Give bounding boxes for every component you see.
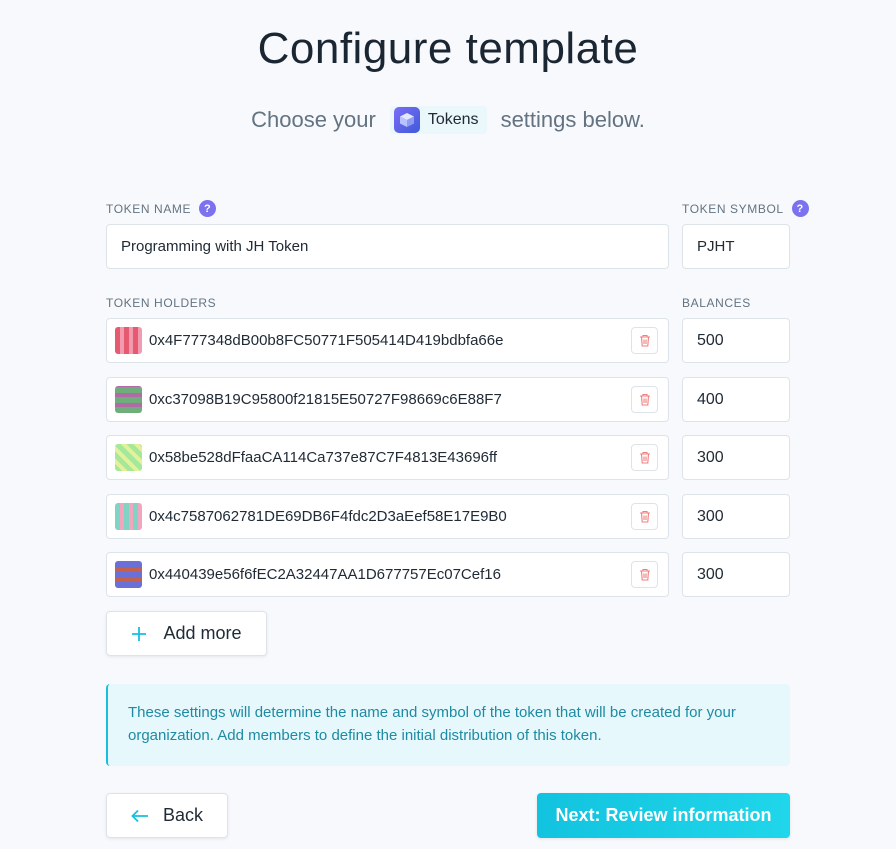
balance-input[interactable]: 400 <box>682 377 790 422</box>
token-holders-label: TOKEN HOLDERS <box>106 296 217 310</box>
avatar <box>115 503 142 530</box>
template-badge: Tokens <box>389 106 487 134</box>
balance-input[interactable]: 300 <box>682 494 790 539</box>
holder-address: 0x4c7587062781DE69DB6F4fdc2D3aEef58E17E9… <box>149 508 507 525</box>
help-icon[interactable]: ? <box>199 200 217 217</box>
holder-address: 0x58be528dFfaaCA114Ca737e87C7F4813E43696… <box>149 449 498 466</box>
balances-label: BALANCES <box>682 296 751 310</box>
balance-input[interactable]: 300 <box>682 552 790 597</box>
holder-address: 0x4F777348dB00b8FC50771F505414D419bdbfa6… <box>149 332 504 349</box>
add-more-label: Add more <box>163 623 242 643</box>
trash-icon[interactable] <box>631 503 658 530</box>
arrow-left-icon <box>131 809 149 823</box>
token-holder-row[interactable]: 0x58be528dFfaaCA114Ca737e87C7F4813E43696… <box>106 435 669 480</box>
trash-icon[interactable] <box>631 386 658 413</box>
token-holder-row[interactable]: 0x4F777348dB00b8FC50771F505414D419bdbfa6… <box>106 318 669 363</box>
help-icon[interactable]: ? <box>791 200 809 217</box>
trash-icon[interactable] <box>631 444 658 471</box>
token-name-label: TOKEN NAME ? <box>106 200 217 217</box>
balance-input[interactable]: 300 <box>682 435 790 480</box>
trash-icon[interactable] <box>631 561 658 588</box>
add-more-button[interactable]: Add more <box>106 611 267 656</box>
page-subtitle: Choose your Tokens settings below. <box>0 104 896 136</box>
next-review-button[interactable]: Next: Review information <box>537 793 790 838</box>
subtitle-prefix: Choose your <box>251 107 376 132</box>
plus-icon <box>131 626 147 642</box>
holder-address: 0x440439e56f6fEC2A32447AA1D677757Ec07Cef… <box>149 566 501 583</box>
token-holder-row[interactable]: 0x440439e56f6fEC2A32447AA1D677757Ec07Cef… <box>106 552 669 597</box>
page-title: Configure template <box>257 24 639 73</box>
token-name-input[interactable]: Programming with JH Token <box>106 224 669 269</box>
avatar <box>115 561 142 588</box>
template-name: Tokens <box>427 111 479 128</box>
token-holder-row[interactable]: 0xc37098B19C95800f21815E50727F98669c6E88… <box>106 377 669 422</box>
tokens-cube-icon <box>393 107 420 133</box>
back-label: Back <box>162 805 204 825</box>
holder-address: 0xc37098B19C95800f21815E50727F98669c6E88… <box>149 391 502 408</box>
token-symbol-input[interactable]: PJHT <box>682 224 790 269</box>
subtitle-suffix: settings below. <box>500 107 645 132</box>
info-message: These settings will determine the name a… <box>106 684 790 766</box>
token-holder-row[interactable]: 0x4c7587062781DE69DB6F4fdc2D3aEef58E17E9… <box>106 494 669 539</box>
avatar <box>115 386 142 413</box>
balance-input[interactable]: 500 <box>682 318 790 363</box>
token-symbol-label: TOKEN SYMBOL ? <box>682 200 809 217</box>
avatar <box>115 444 142 471</box>
back-button[interactable]: Back <box>106 793 228 838</box>
avatar <box>115 327 142 354</box>
trash-icon[interactable] <box>631 327 658 354</box>
